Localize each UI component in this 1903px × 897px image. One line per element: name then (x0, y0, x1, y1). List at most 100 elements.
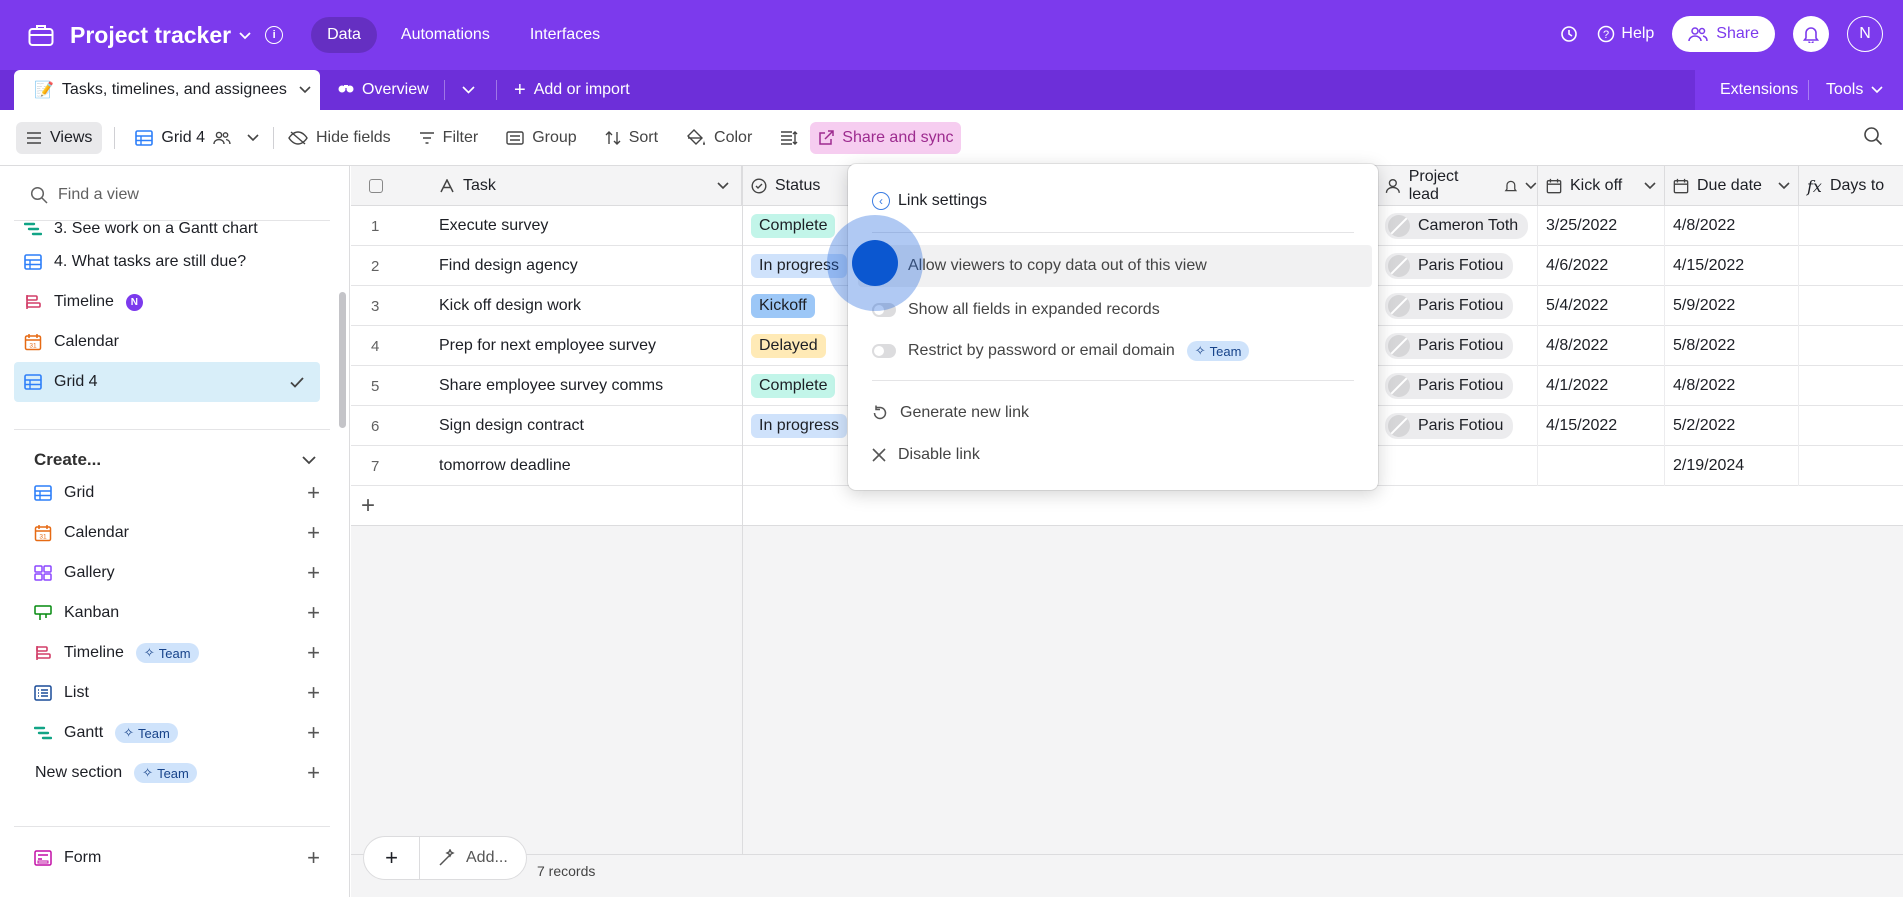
column-header-days-to[interactable]: fx Days to (1799, 166, 1903, 206)
create-heading[interactable]: Create... (34, 450, 101, 470)
views-toggle-button[interactable]: Views (16, 121, 103, 154)
nav-interfaces[interactable]: Interfaces (514, 17, 616, 53)
days-to-cell[interactable] (1799, 206, 1903, 246)
create-calendar[interactable]: 31 Calendar + (26, 513, 326, 553)
hide-fields-button[interactable]: Hide fields (280, 122, 399, 154)
add-record-row[interactable]: + (351, 486, 1903, 526)
select-all-checkbox[interactable] (369, 179, 383, 193)
due-date-cell[interactable]: 5/2/2022 (1665, 406, 1799, 446)
days-to-cell[interactable] (1799, 446, 1903, 486)
share-button[interactable]: Share (1672, 16, 1775, 52)
due-date-cell[interactable]: 4/8/2022 (1665, 206, 1799, 246)
sidebar-view-tasks-due[interactable]: 4. What tasks are still due? (14, 242, 320, 282)
notifications-button[interactable] (1793, 16, 1829, 52)
project-lead-cell[interactable]: Paris Fotiou (1377, 406, 1538, 446)
copy-data-option[interactable]: Allow viewers to copy data out of this v… (858, 245, 1372, 287)
kick-off-cell[interactable] (1538, 446, 1665, 486)
plus-icon[interactable]: + (307, 845, 320, 871)
days-to-cell[interactable] (1799, 286, 1903, 326)
column-header-project-lead[interactable]: Project lead (1377, 166, 1538, 206)
restrict-toggle[interactable] (872, 344, 896, 358)
generate-link-button[interactable]: Generate new link (872, 404, 1029, 422)
group-button[interactable]: Group (498, 122, 584, 154)
sidebar-scrollbar[interactable] (339, 292, 346, 428)
create-gantt[interactable]: Gantt ✧ Team + (26, 713, 326, 753)
extensions-button[interactable]: Extensions (1720, 70, 1798, 110)
column-header-task[interactable]: Task (431, 166, 742, 206)
task-cell[interactable]: tomorrow deadline (431, 446, 743, 486)
task-cell[interactable]: Find design agency (431, 246, 743, 286)
kick-off-cell[interactable]: 4/6/2022 (1538, 246, 1665, 286)
task-cell[interactable]: Kick off design work (431, 286, 743, 326)
status-cell[interactable]: In progress (743, 406, 863, 446)
create-timeline[interactable]: Timeline ✧ Team + (26, 633, 326, 673)
due-date-cell[interactable]: 5/9/2022 (1665, 286, 1799, 326)
task-cell[interactable]: Prep for next employee survey (431, 326, 743, 366)
create-list[interactable]: List + (26, 673, 326, 713)
column-header-kick-off[interactable]: Kick off (1538, 166, 1665, 206)
due-date-cell[interactable]: 2/19/2024 (1665, 446, 1799, 486)
chevron-down-icon[interactable] (299, 86, 311, 94)
days-to-cell[interactable] (1799, 246, 1903, 286)
add-more-button[interactable]: Add... (420, 849, 526, 867)
status-cell[interactable] (743, 446, 863, 486)
chevron-down-icon[interactable] (1778, 182, 1790, 190)
plus-icon[interactable]: + (307, 520, 320, 546)
due-date-cell[interactable]: 4/8/2022 (1665, 366, 1799, 406)
sidebar-view-timeline[interactable]: Timeline N (14, 282, 320, 322)
due-date-cell[interactable]: 4/15/2022 (1665, 246, 1799, 286)
history-icon[interactable] (1559, 24, 1579, 44)
plus-icon[interactable]: + (307, 560, 320, 586)
days-to-cell[interactable] (1799, 366, 1903, 406)
plus-icon[interactable]: + (307, 640, 320, 666)
days-to-cell[interactable] (1799, 326, 1903, 366)
filter-button[interactable]: Filter (411, 122, 487, 154)
share-and-sync-button[interactable]: Share and sync (810, 121, 962, 154)
plus-icon[interactable]: + (361, 492, 375, 520)
kick-off-cell[interactable]: 5/4/2022 (1538, 286, 1665, 326)
project-lead-cell[interactable]: Paris Fotiou (1377, 366, 1538, 406)
info-icon[interactable]: i (265, 26, 284, 44)
sidebar-view-grid-4[interactable]: Grid 4 (14, 362, 320, 402)
task-cell[interactable]: Sign design contract (431, 406, 743, 446)
all-tables-dropdown[interactable] (462, 70, 475, 110)
add-or-import-button[interactable]: + Add or import (514, 70, 630, 110)
chevron-down-icon[interactable] (239, 27, 251, 43)
plus-icon[interactable]: + (307, 760, 320, 786)
tab-overview[interactable]: Overview (338, 70, 429, 110)
kick-off-cell[interactable]: 4/15/2022 (1538, 406, 1665, 446)
plus-icon[interactable]: + (307, 600, 320, 626)
tab-tasks[interactable]: 📝 Tasks, timelines, and assignees (14, 70, 320, 110)
task-cell[interactable]: Share employee survey comms (431, 366, 743, 406)
due-date-cell[interactable]: 5/8/2022 (1665, 326, 1799, 366)
column-header-due-date[interactable]: Due date (1665, 166, 1799, 206)
chevron-down-icon[interactable] (1525, 182, 1537, 190)
project-lead-cell[interactable] (1377, 446, 1538, 486)
plus-icon[interactable]: + (307, 680, 320, 706)
kick-off-cell[interactable]: 3/25/2022 (1538, 206, 1665, 246)
chevron-down-icon[interactable] (717, 182, 729, 190)
chevron-down-icon[interactable] (1644, 182, 1656, 190)
row-height-button[interactable] (772, 122, 806, 154)
project-lead-cell[interactable]: Paris Fotiou (1377, 326, 1538, 366)
current-view-button[interactable]: Grid 4 (127, 122, 267, 154)
base-title[interactable]: Project tracker (70, 22, 231, 49)
project-lead-cell[interactable]: Paris Fotiou (1377, 246, 1538, 286)
project-lead-cell[interactable]: Paris Fotiou (1377, 286, 1538, 326)
plus-icon[interactable]: + (307, 720, 320, 746)
column-header-status[interactable]: Status (743, 166, 863, 206)
status-cell[interactable]: Complete (743, 366, 863, 406)
project-lead-cell[interactable]: Cameron Toth (1377, 206, 1538, 246)
nav-automations[interactable]: Automations (385, 17, 506, 53)
chevron-down-icon[interactable] (302, 452, 316, 470)
create-form[interactable]: Form + (26, 838, 326, 878)
create-kanban[interactable]: Kanban + (26, 593, 326, 633)
disable-link-button[interactable]: Disable link (872, 446, 980, 464)
status-cell[interactable]: Delayed (743, 326, 863, 366)
sort-button[interactable]: Sort (597, 122, 666, 154)
kick-off-cell[interactable]: 4/8/2022 (1538, 326, 1665, 366)
show-all-fields-option[interactable]: Show all fields in expanded records (872, 301, 1160, 319)
link-settings-back-button[interactable]: ‹ Link settings (872, 192, 987, 210)
restrict-option[interactable]: Restrict by password or email domain ✧ Te… (872, 341, 1250, 361)
sidebar-view-calendar[interactable]: 31 Calendar (14, 322, 320, 362)
